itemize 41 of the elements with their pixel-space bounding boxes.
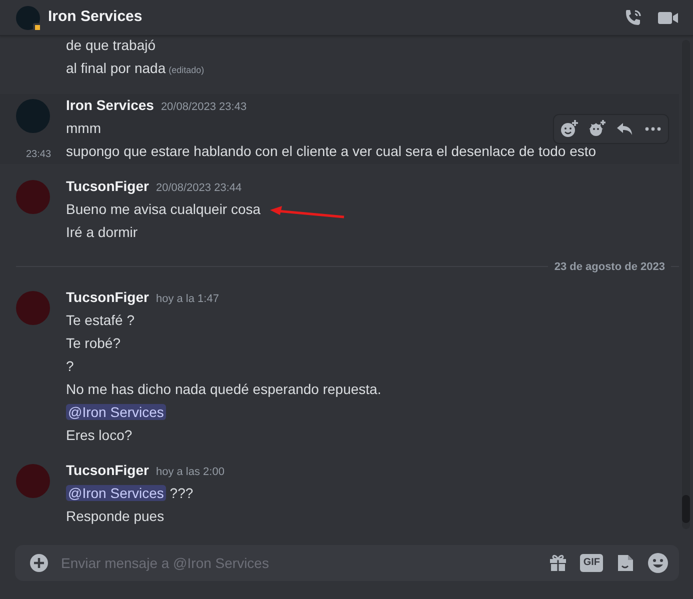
sticker-button[interactable] [615, 553, 635, 573]
gif-button[interactable]: GIF [580, 554, 603, 572]
message-text: ? [66, 358, 74, 374]
hover-timestamp: 23:43 [26, 148, 52, 162]
status-icon [33, 22, 42, 32]
add-reaction-icon [559, 118, 579, 138]
message-text: Iré a dormir [66, 224, 138, 240]
channel-title: Iron Services [48, 7, 142, 28]
message-text: Te estafé ? [66, 312, 134, 328]
username[interactable]: TucsonFiger [66, 460, 149, 480]
timestamp: 20/08/2023 23:43 [160, 100, 247, 114]
message-text: Te robé? [66, 335, 120, 351]
date-divider: 23 de agosto de 2023 [554, 260, 665, 274]
timestamp: hoy a las 2:00 [156, 465, 224, 480]
message-text: Responde pues [66, 508, 164, 524]
attach-button[interactable] [29, 553, 49, 573]
emoji-button[interactable] [647, 552, 669, 574]
more-icon [645, 126, 661, 130]
message-text: al final por nada [66, 60, 166, 76]
mention[interactable]: @Iron Services [66, 485, 166, 501]
message-composer[interactable]: Enviar mensaje a @Iron Services GIF [15, 545, 679, 581]
edited-label: (editado) [168, 64, 204, 74]
message-text: de que trabajó [66, 36, 156, 52]
message-text: Bueno me avisa cualqueir cosa [66, 200, 261, 216]
scrollbar-thumb[interactable] [682, 495, 690, 523]
super-reaction-icon [587, 118, 607, 138]
timestamp: 20/08/2023 23:44 [156, 180, 242, 196]
username[interactable]: Iron Services [66, 94, 154, 114]
message-text: mmm [66, 120, 101, 136]
message-text: ??? [168, 485, 194, 501]
message-text: supongo que estare hablando con el cliente a ver cual sera el desenlace de todo esto [66, 142, 596, 158]
message-text: Eres loco? [66, 427, 132, 443]
message-text: No me has dicho nada quedé esperando repuesta. [66, 381, 382, 397]
gift-button[interactable] [548, 553, 568, 573]
call-icon[interactable] [623, 8, 643, 28]
username[interactable]: TucsonFiger [66, 176, 149, 196]
video-icon[interactable] [657, 10, 679, 26]
reply-icon [616, 120, 634, 136]
mention[interactable]: @Iron Services [66, 404, 166, 420]
timestamp: hoy a la 1:47 [156, 292, 219, 307]
username[interactable]: TucsonFiger [66, 287, 149, 307]
